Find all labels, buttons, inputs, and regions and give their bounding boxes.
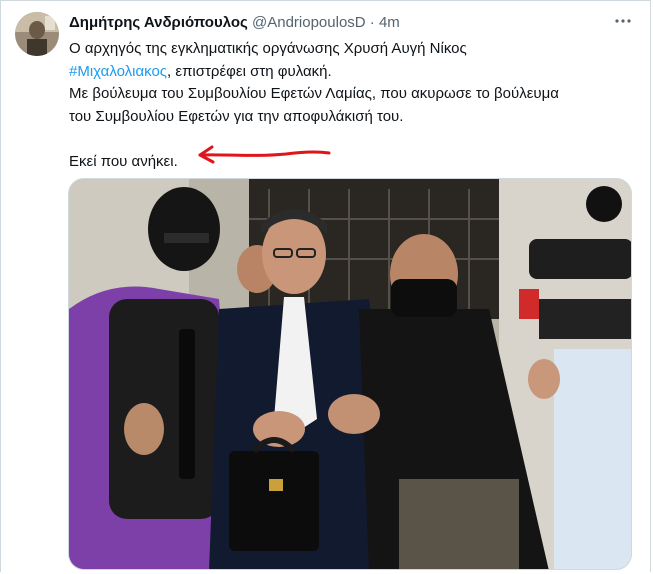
avatar[interactable] (15, 12, 59, 56)
red-arrow-annotation (198, 145, 331, 164)
tweet-line-text: , επιστρέφει στη φυλακή. (167, 62, 332, 80)
author-name[interactable]: Δημήτρης Ανδριόπουλος (69, 14, 248, 31)
tweet-line: Ο αρχηγός της εγκληματικής οργάνωσης Χρυ… (69, 40, 467, 57)
tweet-line: Με βούλευμα του Συμβουλίου Εφετών Λαμίας… (69, 85, 559, 102)
hashtag-link[interactable]: #Μιχαλολιακος (69, 63, 167, 80)
tweet-line: #Μιχαλολιακος, επιστρέφει στη φυλακή. (69, 61, 639, 84)
author-handle[interactable]: @AndriopoulosD (252, 14, 366, 31)
timestamp[interactable]: 4m (379, 14, 400, 31)
tweet-line: του Συμβουλίου Εφετών για την αποφυλάκισ… (69, 107, 404, 125)
tweet-photo[interactable] (68, 178, 632, 570)
tweet-text: Ο αρχηγός της εγκληματικής οργάνωσης Χρυ… (69, 38, 639, 173)
separator-dot: · (369, 14, 375, 31)
tweet-line: Εκεί που ανήκει. (69, 152, 178, 170)
more-horizontal-icon[interactable] (612, 10, 634, 32)
tweet-header: Δημήτρης Ανδριόπουλος @AndriopoulosD · 4… (69, 13, 400, 33)
